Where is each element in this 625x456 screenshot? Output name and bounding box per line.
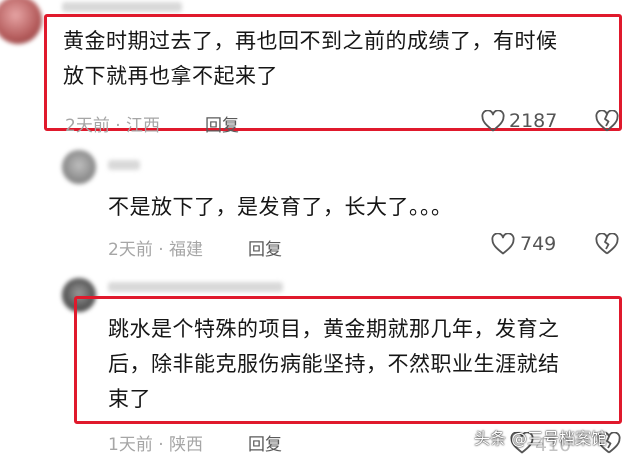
- meta-separator: ·: [115, 116, 121, 136]
- comment-meta: 1天前 · 陕西: [108, 430, 203, 455]
- comment-region: 陕西: [169, 435, 204, 455]
- like-count: 749: [520, 233, 557, 255]
- broken-heart-icon[interactable]: [595, 233, 619, 255]
- heart-outline-icon[interactable]: [491, 233, 515, 255]
- comment-text: 不是放下了，是发育了，长大了。。。: [108, 190, 453, 225]
- comment-line: 黄金时期过去了，再也回不到之前的成绩了，有时候: [63, 29, 558, 53]
- heart-outline-icon[interactable]: [481, 110, 505, 132]
- comment-meta: 2天前 · 福建: [108, 235, 203, 260]
- comment-text: 黄金时期过去了，再也回不到之前的成绩了，有时候 放下就再也拿不起来了: [63, 24, 558, 94]
- comment-line: 放下就再也拿不起来了: [63, 64, 278, 88]
- broken-heart-icon[interactable]: [595, 110, 619, 132]
- comment-line: 后，除非能克服伤病能坚持，不然职业生涯就结: [108, 352, 560, 376]
- username-blurred[interactable]: [108, 282, 283, 292]
- comment-line: 束了: [108, 387, 151, 411]
- comment-text: 跳水是个特殊的项目，黄金期就那几年，发育之 后，除非能克服伤病能坚持，不然职业生…: [108, 312, 560, 417]
- avatar[interactable]: [62, 150, 96, 184]
- username-blurred[interactable]: [108, 160, 140, 170]
- reply-button[interactable]: 回复: [248, 235, 282, 260]
- like-count: 2187: [509, 110, 558, 132]
- username-blurred[interactable]: [62, 2, 182, 12]
- comment-time: 2天前: [108, 240, 153, 260]
- comment-meta: 2天前 · 江西: [65, 111, 160, 136]
- reply-button[interactable]: 回复: [248, 430, 282, 455]
- meta-separator: ·: [158, 240, 164, 260]
- watermark: 头条 @三号档案馆: [474, 429, 608, 448]
- meta-separator: ·: [158, 435, 164, 455]
- avatar[interactable]: [0, 0, 42, 44]
- comment-region: 福建: [169, 240, 204, 260]
- comment-line: 不是放下了，是发育了，长大了。。。: [108, 195, 453, 219]
- comment-region: 江西: [126, 116, 161, 136]
- comment-line: 跳水是个特殊的项目，黄金期就那几年，发育之: [108, 317, 560, 341]
- comment-time: 1天前: [108, 435, 153, 455]
- reply-button[interactable]: 回复: [205, 111, 239, 136]
- comment-time: 2天前: [65, 116, 110, 136]
